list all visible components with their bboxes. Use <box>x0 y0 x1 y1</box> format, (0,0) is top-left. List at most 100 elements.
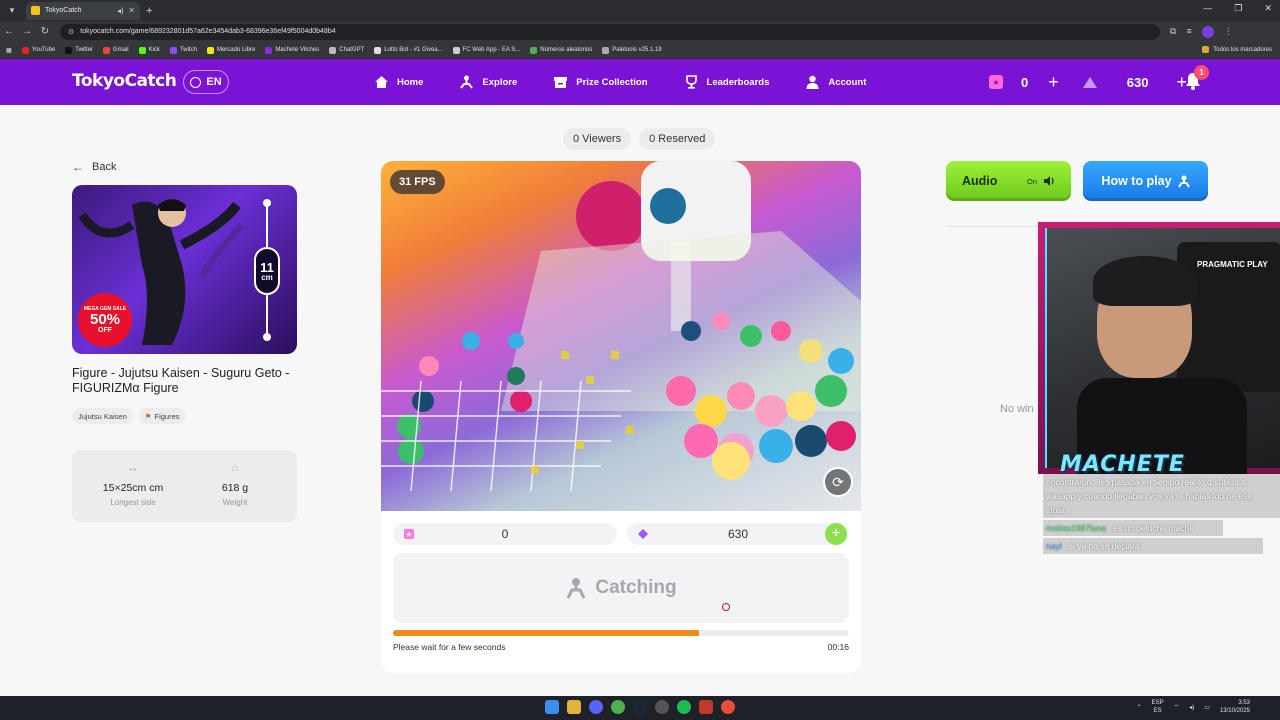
bookmark-item[interactable]: Machete Vilches <box>265 46 320 54</box>
viewers-count: 0 Viewers <box>563 128 632 150</box>
minimize-icon[interactable]: — <box>1203 3 1212 14</box>
chrome-icon[interactable] <box>611 700 625 714</box>
arrow-left-icon: ← <box>72 160 84 174</box>
youtube-icon <box>21 46 29 54</box>
input-language[interactable]: ESP ES <box>1152 699 1164 715</box>
ticket-count: 0 <box>1021 74 1029 90</box>
profile-avatar[interactable] <box>1201 25 1214 38</box>
dice-icon <box>530 46 538 54</box>
nav-label: Home <box>397 76 424 88</box>
spotify-icon[interactable] <box>677 700 691 714</box>
bookmark-item[interactable]: ChatGPT <box>329 46 364 54</box>
tag-chip[interactable]: ⚑ Figures <box>138 408 186 424</box>
date: 13/10/2025 <box>1219 708 1250 714</box>
discord-icon[interactable] <box>589 700 603 714</box>
nav-home[interactable]: Home <box>374 75 423 89</box>
chat-text: encontraron.. les pasaba en tiempo real … <box>1046 477 1253 515</box>
globe-icon <box>190 76 202 88</box>
no-winners-text: No win <box>1000 403 1034 415</box>
address-bar-row: ← → ↻ ⚙ tokyocatch.com/game/689232801d57… <box>0 21 1280 42</box>
extensions-icon[interactable]: ⧉ <box>1170 26 1176 38</box>
steam-icon[interactable] <box>633 700 647 714</box>
bookmark-item[interactable]: YouTube <box>21 46 56 54</box>
language-selector[interactable]: EN <box>183 70 229 94</box>
bookmark-label: YouTube <box>31 47 56 53</box>
tab-title: TokyoCatch <box>45 7 82 14</box>
time: 3:53 <box>1238 700 1250 706</box>
audio-toggle-button[interactable]: Audio On <box>946 161 1071 201</box>
gem-balance: 630 <box>627 523 849 545</box>
url-field[interactable]: ⚙ tokyocatch.com/game/689232801d57a62e34… <box>60 23 1160 40</box>
apps-icon[interactable]: ▦ <box>6 47 12 54</box>
ruler-bottom-dot <box>263 333 271 341</box>
site-logo[interactable]: TokyoCatch <box>72 71 177 91</box>
bookmark-item[interactable]: Kick <box>138 46 160 54</box>
bookmark-label: Machete Vilches <box>275 47 320 53</box>
bookmark-item[interactable]: Twitter <box>65 46 93 54</box>
window-controls: — ❐ ✕ <box>1203 3 1272 14</box>
bookmark-item[interactable]: Paletools v25.1.19 <box>602 46 662 54</box>
start-icon[interactable] <box>545 700 559 714</box>
add-tickets-button[interactable]: + <box>1048 72 1059 93</box>
catching-status-button[interactable]: Catching <box>393 553 849 623</box>
site-header: TokyoCatch EN Home Explore Prize Collect… <box>0 59 1280 105</box>
switch-camera-button[interactable]: ⟳ <box>823 467 853 497</box>
gmail-icon <box>102 46 110 54</box>
how-to-play-button[interactable]: How to play <box>1083 161 1208 201</box>
bookmark-item[interactable]: Gmail <box>102 46 129 54</box>
countdown-timer: 00:16 <box>827 642 849 652</box>
claw-icon <box>459 75 474 89</box>
battery-icon[interactable]: ▭ <box>1204 704 1210 711</box>
chevron-up-icon[interactable]: ⌃ <box>1137 704 1142 711</box>
nav-account[interactable]: Account <box>805 75 866 89</box>
back-nav-icon[interactable]: ← <box>0 26 18 37</box>
close-window-icon[interactable]: ✕ <box>1264 3 1272 14</box>
sale-off: OFF <box>98 326 112 334</box>
paletools-icon <box>602 46 610 54</box>
wifi-icon[interactable]: ⌔ <box>1174 703 1180 711</box>
main-nav: Home Explore Prize Collection Leaderboar… <box>374 59 866 105</box>
ticket-balance: ★ 0 <box>393 523 617 545</box>
channel-icon <box>265 46 273 54</box>
bookmark-item[interactable]: Números aleatorios <box>530 46 592 54</box>
tab-search-icon[interactable]: ▾ <box>3 2 21 20</box>
how-to-play-label: How to play <box>1101 174 1172 188</box>
tag-chip[interactable]: Jujutsu Kaisen <box>72 408 133 424</box>
obs-icon[interactable] <box>655 700 669 714</box>
lang-code: ESP <box>1151 700 1164 706</box>
all-bookmarks[interactable]: Todos los marcadores <box>1202 46 1272 53</box>
nav-prize-collection[interactable]: Prize Collection <box>553 75 648 89</box>
app-icon[interactable] <box>699 700 713 714</box>
nav-leaderboards[interactable]: Leaderboards <box>684 75 769 89</box>
menu-icon[interactable]: ≡ <box>1186 26 1191 38</box>
new-tab-icon[interactable]: + <box>146 5 152 17</box>
volume-icon[interactable]: ◂) <box>1189 704 1194 711</box>
wait-progress-bar <box>393 630 849 636</box>
back-label: Back <box>92 161 117 173</box>
progress-fill <box>393 630 699 636</box>
reload-icon[interactable]: ↻ <box>36 26 54 37</box>
forward-nav-icon[interactable]: → <box>18 26 36 37</box>
bookmark-item[interactable]: Mercado Libre <box>206 46 255 54</box>
bookmark-item[interactable]: FC Web App - EA S... <box>452 46 520 54</box>
clock[interactable]: 3:53 13/10/2025 <box>1220 699 1250 715</box>
bookmark-label: Lotto Bot - #1 Givea... <box>384 47 443 53</box>
chat-text: : es un peluche mache <box>1108 523 1194 533</box>
browser-tabstrip: ▾ TokyoCatch ◂) ✕ + — ❐ ✕ <box>0 0 1280 21</box>
maximize-icon[interactable]: ❐ <box>1234 3 1242 14</box>
nav-explore[interactable]: Explore <box>459 75 517 89</box>
back-link[interactable]: ← Back <box>72 160 116 174</box>
bookmark-item[interactable]: Twitch <box>169 46 197 54</box>
camera-rotate-icon: ⟳ <box>832 473 844 490</box>
site-info-icon[interactable]: ⚙ <box>68 28 74 36</box>
app-icon[interactable] <box>721 700 735 714</box>
bookmark-item[interactable]: Lotto Bot - #1 Givea... <box>374 46 443 54</box>
product-specs: ↔ 15×25cm cm Longest side ⌂ 618 g Weight <box>72 450 297 522</box>
browser-tab[interactable]: TokyoCatch ◂) ✕ <box>26 1 140 20</box>
file-explorer-icon[interactable] <box>567 700 581 714</box>
height-label: 11 cm <box>254 247 280 295</box>
tab-audio-icon[interactable]: ◂) <box>117 7 123 15</box>
close-tab-icon[interactable]: ✕ <box>128 6 135 15</box>
more-icon[interactable]: ⋮ <box>1224 26 1233 38</box>
add-gems-button[interactable]: + <box>825 523 847 545</box>
